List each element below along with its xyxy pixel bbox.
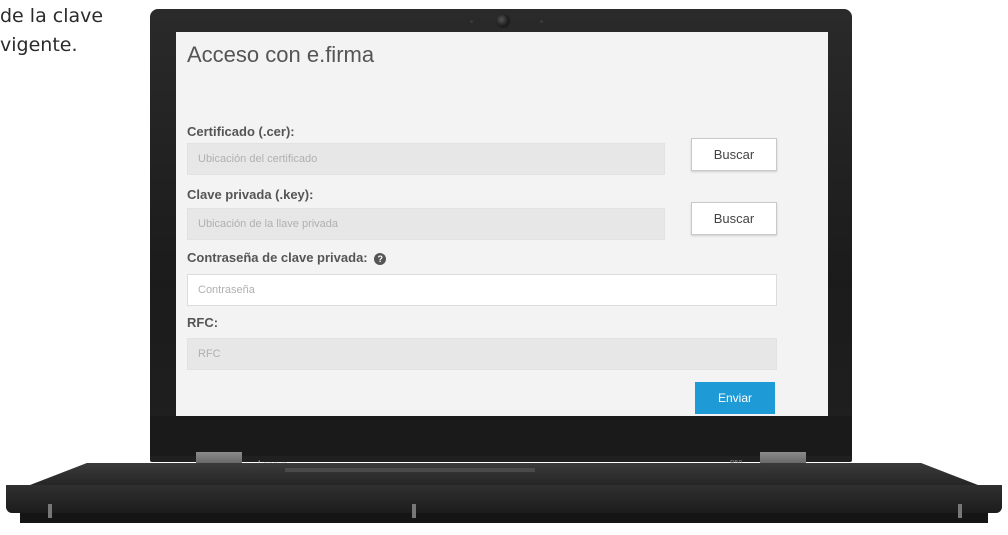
side-caption: de la clave vigente. bbox=[0, 2, 150, 60]
browse-certificate-button[interactable]: Buscar bbox=[691, 138, 777, 171]
private-key-label: Clave privada (.key): bbox=[187, 187, 314, 202]
password-input[interactable] bbox=[187, 274, 777, 306]
webcam-icon bbox=[496, 14, 510, 28]
browse-private-key-button[interactable]: Buscar bbox=[691, 202, 777, 235]
submit-button[interactable]: Enviar bbox=[695, 382, 775, 414]
laptop-screen: Acceso con e.firma Certificado (.cer): B… bbox=[176, 32, 828, 416]
screen-bezel-bottom bbox=[150, 416, 852, 456]
rfc-input[interactable] bbox=[187, 338, 777, 370]
camera-indicator-dot bbox=[470, 20, 473, 23]
question-circle-icon[interactable]: ? bbox=[374, 252, 387, 265]
trackpad-edge bbox=[285, 468, 535, 472]
side-caption-line-1: de la clave bbox=[0, 5, 104, 27]
password-label: Contraseña de clave privada: bbox=[187, 250, 368, 265]
foot-right bbox=[958, 504, 962, 518]
base-front-edge bbox=[6, 485, 1002, 513]
password-label-row: Contraseña de clave privada: ? bbox=[187, 250, 387, 265]
certificate-label: Certificado (.cer): bbox=[187, 124, 295, 139]
foot-left bbox=[48, 504, 52, 518]
certificate-path-input[interactable] bbox=[187, 143, 665, 175]
keyboard-deck bbox=[30, 463, 978, 485]
private-key-path-input[interactable] bbox=[187, 208, 665, 240]
laptop-base bbox=[0, 463, 1008, 535]
page-title: Acceso con e.firma bbox=[187, 42, 375, 67]
camera-indicator-dot bbox=[540, 20, 543, 23]
rfc-label: RFC: bbox=[187, 315, 219, 330]
base-bottom-strip bbox=[20, 513, 988, 523]
foot-center bbox=[412, 504, 416, 518]
side-caption-line-2: vigente. bbox=[0, 34, 78, 56]
